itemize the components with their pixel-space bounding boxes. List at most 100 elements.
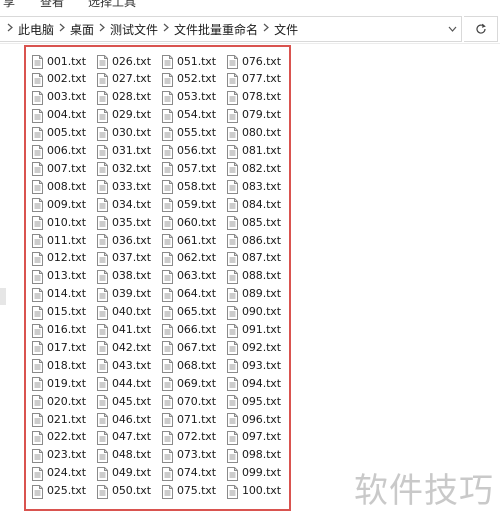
breadcrumb-item-files[interactable]: 文件 (274, 21, 298, 38)
file-item[interactable]: 010.txt (32, 213, 94, 231)
breadcrumb-item-desktop[interactable]: 桌面 (70, 21, 94, 38)
file-item[interactable]: 042.txt (97, 338, 159, 356)
file-item[interactable]: 098.txt (227, 446, 289, 464)
file-item[interactable]: 087.txt (227, 249, 289, 267)
file-item[interactable]: 024.txt (32, 464, 94, 482)
file-item[interactable]: 099.txt (227, 464, 289, 482)
file-item[interactable]: 065.txt (162, 303, 224, 321)
file-item[interactable]: 048.txt (97, 446, 159, 464)
file-item[interactable]: 054.txt (162, 106, 224, 124)
file-item[interactable]: 037.txt (97, 249, 159, 267)
file-item[interactable]: 050.txt (97, 482, 159, 500)
chevron-right-icon[interactable] (163, 23, 169, 35)
ribbon-tab-select[interactable]: 选择工具 (88, 0, 136, 9)
file-item[interactable]: 002.txt (32, 70, 94, 88)
ribbon-tab-view[interactable]: 查看 (40, 0, 64, 9)
file-item[interactable]: 040.txt (97, 303, 159, 321)
file-item[interactable]: 069.txt (162, 374, 224, 392)
file-item[interactable]: 077.txt (227, 70, 289, 88)
file-item[interactable]: 052.txt (162, 70, 224, 88)
file-item[interactable]: 076.txt (227, 52, 289, 70)
breadcrumb-item-test-files[interactable]: 测试文件 (110, 21, 158, 38)
breadcrumb[interactable]: 此电脑 桌面 测试文件 文件批量重命名 文件 (0, 16, 462, 42)
file-item[interactable]: 096.txt (227, 410, 289, 428)
file-item[interactable]: 068.txt (162, 356, 224, 374)
file-item[interactable]: 012.txt (32, 249, 94, 267)
file-item[interactable]: 082.txt (227, 159, 289, 177)
file-item[interactable]: 036.txt (97, 231, 159, 249)
file-item[interactable]: 058.txt (162, 177, 224, 195)
file-item[interactable]: 032.txt (97, 159, 159, 177)
file-item[interactable]: 067.txt (162, 338, 224, 356)
file-item[interactable]: 093.txt (227, 356, 289, 374)
file-item[interactable]: 011.txt (32, 231, 94, 249)
file-item[interactable]: 033.txt (97, 177, 159, 195)
file-item[interactable]: 053.txt (162, 88, 224, 106)
file-item[interactable]: 035.txt (97, 213, 159, 231)
file-item[interactable]: 038.txt (97, 267, 159, 285)
file-item[interactable]: 029.txt (97, 106, 159, 124)
file-item[interactable]: 003.txt (32, 88, 94, 106)
file-item[interactable]: 047.txt (97, 428, 159, 446)
chevron-right-icon[interactable] (7, 23, 13, 35)
file-item[interactable]: 090.txt (227, 303, 289, 321)
file-item[interactable]: 021.txt (32, 410, 94, 428)
breadcrumb-item-this-pc[interactable]: 此电脑 (18, 21, 54, 38)
breadcrumb-item-batch-rename[interactable]: 文件批量重命名 (174, 21, 258, 38)
file-item[interactable]: 015.txt (32, 303, 94, 321)
file-item[interactable]: 030.txt (97, 124, 159, 142)
file-item[interactable]: 014.txt (32, 285, 94, 303)
refresh-button[interactable] (464, 16, 498, 42)
file-item[interactable]: 051.txt (162, 52, 224, 70)
file-item[interactable]: 059.txt (162, 195, 224, 213)
file-item[interactable]: 084.txt (227, 195, 289, 213)
file-item[interactable]: 019.txt (32, 374, 94, 392)
file-item[interactable]: 055.txt (162, 124, 224, 142)
file-item[interactable]: 007.txt (32, 159, 94, 177)
file-item[interactable]: 089.txt (227, 285, 289, 303)
file-item[interactable]: 073.txt (162, 446, 224, 464)
file-item[interactable]: 016.txt (32, 321, 94, 339)
file-item[interactable]: 079.txt (227, 106, 289, 124)
file-item[interactable]: 091.txt (227, 321, 289, 339)
file-item[interactable]: 056.txt (162, 142, 224, 160)
file-item[interactable]: 018.txt (32, 356, 94, 374)
file-item[interactable]: 075.txt (162, 482, 224, 500)
chevron-right-icon[interactable] (263, 23, 269, 35)
file-item[interactable]: 044.txt (97, 374, 159, 392)
file-item[interactable]: 062.txt (162, 249, 224, 267)
file-item[interactable]: 031.txt (97, 142, 159, 160)
file-item[interactable]: 041.txt (97, 321, 159, 339)
file-item[interactable]: 064.txt (162, 285, 224, 303)
file-item[interactable]: 083.txt (227, 177, 289, 195)
file-item[interactable]: 028.txt (97, 88, 159, 106)
file-item[interactable]: 097.txt (227, 428, 289, 446)
file-item[interactable]: 074.txt (162, 464, 224, 482)
file-item[interactable]: 061.txt (162, 231, 224, 249)
file-item[interactable]: 085.txt (227, 213, 289, 231)
chevron-right-icon[interactable] (99, 23, 105, 35)
file-item[interactable]: 039.txt (97, 285, 159, 303)
file-item[interactable]: 008.txt (32, 177, 94, 195)
file-item[interactable]: 046.txt (97, 410, 159, 428)
file-item[interactable]: 066.txt (162, 321, 224, 339)
file-item[interactable]: 092.txt (227, 338, 289, 356)
file-item[interactable]: 088.txt (227, 267, 289, 285)
file-item[interactable]: 049.txt (97, 464, 159, 482)
file-item[interactable]: 063.txt (162, 267, 224, 285)
file-item[interactable]: 013.txt (32, 267, 94, 285)
file-item[interactable]: 060.txt (162, 213, 224, 231)
file-item[interactable]: 078.txt (227, 88, 289, 106)
file-item[interactable]: 095.txt (227, 392, 289, 410)
file-item[interactable]: 022.txt (32, 428, 94, 446)
file-item[interactable]: 020.txt (32, 392, 94, 410)
file-item[interactable]: 034.txt (97, 195, 159, 213)
file-item[interactable]: 025.txt (32, 482, 94, 500)
file-item[interactable]: 057.txt (162, 159, 224, 177)
file-item[interactable]: 023.txt (32, 446, 94, 464)
file-item[interactable]: 006.txt (32, 142, 94, 160)
file-item[interactable]: 072.txt (162, 428, 224, 446)
file-item[interactable]: 086.txt (227, 231, 289, 249)
file-item[interactable]: 081.txt (227, 142, 289, 160)
file-item[interactable]: 005.txt (32, 124, 94, 142)
